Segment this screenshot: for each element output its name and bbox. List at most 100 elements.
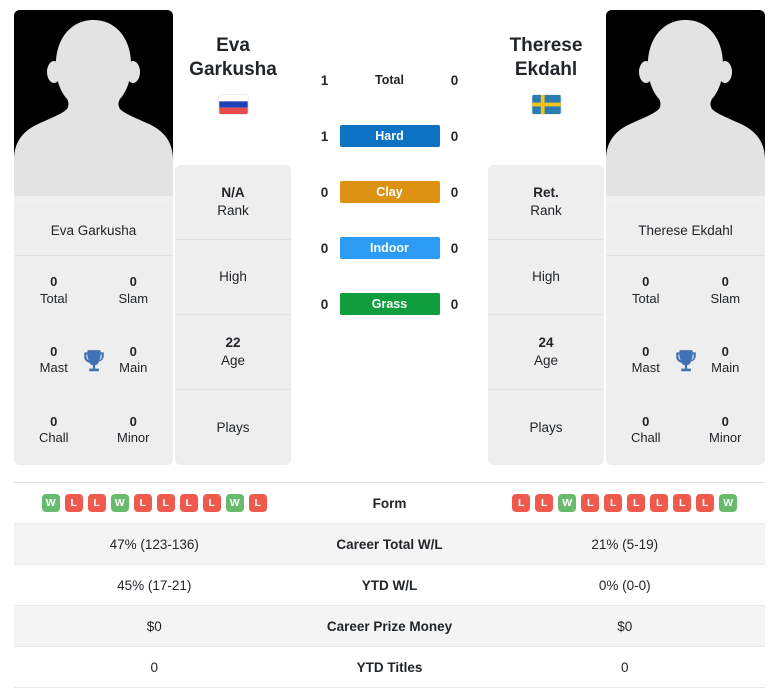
right-age-label: Age	[533, 353, 559, 368]
right-player-card: Therese Ekdahl 0 Total 0 Slam 0 Mast 0 M…	[606, 10, 765, 465]
comparison-header: Eva Garkusha 0 Total 0 Slam 0 Mast 0 Mai…	[0, 0, 779, 470]
right-form-badge-2: L	[535, 494, 554, 512]
right-form-badge-8: L	[673, 494, 692, 512]
right-title-chall-label: Chall	[630, 430, 661, 446]
left-age-value: 22	[225, 335, 241, 351]
right-title-minor-label: Minor	[708, 430, 742, 446]
right-form-badge-7: L	[650, 494, 669, 512]
left-title-minor-label: Minor	[116, 430, 150, 446]
h2h-clay-left-score: 0	[320, 184, 329, 200]
right-career-prize-money: $0	[617, 618, 633, 634]
right-title-total-label: Total	[632, 290, 660, 306]
left-form-badge-5: L	[133, 494, 152, 512]
left-player-avatar	[14, 10, 173, 206]
left-rank-row: N/A Rank	[175, 165, 291, 240]
h2h-row-hard: 1 Hard 0	[310, 122, 470, 150]
h2h-surface-column: 1 Total 0 1 Hard 0 0 Clay 0 0 Indoor 0 0	[293, 10, 486, 318]
left-form-badge-8: L	[202, 494, 221, 512]
trophy-icon	[673, 348, 699, 374]
left-title-slam-value: 0	[129, 274, 137, 290]
left-title-minor-value: 0	[129, 413, 137, 429]
left-player-heading: Eva Garkusha	[175, 10, 291, 165]
left-player-photo-column: Eva Garkusha 0 Total 0 Slam 0 Mast 0 Mai…	[14, 10, 173, 465]
right-form-badge-6: L	[627, 494, 646, 512]
left-career-total-wl: 47% (123-136)	[109, 536, 199, 552]
right-title-slam-value: 0	[721, 274, 729, 290]
left-age-label: Age	[220, 353, 246, 368]
left-high-row: High	[175, 240, 291, 315]
left-rank-value: N/A	[221, 185, 245, 201]
h2h-row-grass: 0 Grass 0	[310, 290, 470, 318]
left-player-card: Eva Garkusha 0 Total 0 Slam 0 Mast 0 Mai…	[14, 10, 173, 465]
left-high-label: High	[219, 269, 247, 285]
left-form-badge-1: W	[41, 494, 60, 512]
stats-table: WLLWLLLLWL Form LLWLLLLLLW 47% (123-136)…	[14, 482, 765, 688]
flag-russia-icon	[218, 94, 248, 114]
flag-sweden-icon	[531, 94, 561, 114]
left-age-row: 22 Age	[175, 315, 291, 390]
left-player-first-name: Eva	[216, 35, 250, 56]
right-age-value: 24	[538, 335, 554, 351]
left-career-prize-money: $0	[146, 618, 162, 634]
right-form-badges: LLWLLLLLLW	[485, 494, 766, 512]
right-high-row: High	[488, 240, 604, 315]
stat-label-career-prize-money: Career Prize Money	[326, 618, 453, 634]
trophy-icon	[81, 348, 107, 374]
left-title-chall-value: 0	[50, 413, 58, 429]
left-form-badge-10: L	[248, 494, 267, 512]
left-player-last-name: Garkusha	[189, 59, 277, 81]
left-player-info-column: Eva Garkusha N/A Rank High 22 Age Plays	[175, 10, 291, 465]
h2h-clay-label[interactable]: Clay	[339, 181, 440, 203]
table-row: 45% (17-21) YTD W/L 0% (0-0)	[14, 565, 765, 606]
right-player-avatar	[606, 10, 765, 206]
left-plays-label: Plays	[216, 419, 250, 435]
stat-label-form: Form	[372, 495, 407, 511]
left-title-total-value: 0	[50, 274, 58, 290]
left-info-card: N/A Rank High 22 Age Plays	[175, 165, 291, 465]
right-age-row: 24 Age	[488, 315, 604, 390]
table-row: 47% (123-136) Career Total W/L 21% (5-19…	[14, 524, 765, 565]
left-title-chall: 0 Chall	[14, 414, 94, 447]
left-title-minor: 0 Minor	[94, 414, 174, 447]
right-rank-row: Ret. Rank	[488, 165, 604, 240]
h2h-total-left-score: 1	[320, 72, 329, 88]
right-title-total: 0 Total	[606, 274, 686, 307]
left-form-badge-4: W	[110, 494, 129, 512]
left-titles-grid: 0 Total 0 Slam 0 Mast 0 Main 0 Chall 0 M…	[14, 256, 173, 465]
right-plays-row: Plays	[488, 390, 604, 465]
left-form-badges: WLLWLLLLWL	[14, 494, 295, 512]
left-title-chall-label: Chall	[38, 430, 69, 446]
left-ytd-titles: 0	[150, 659, 158, 675]
right-ytd-titles: 0	[620, 659, 629, 675]
right-plays-label: Plays	[529, 419, 563, 435]
h2h-indoor-left-score: 0	[320, 240, 329, 256]
h2h-clay-right-score: 0	[450, 184, 459, 200]
right-title-minor-value: 0	[721, 413, 729, 429]
h2h-hard-label[interactable]: Hard	[339, 125, 440, 147]
h2h-indoor-label[interactable]: Indoor	[339, 237, 440, 259]
right-player-heading: Therese Ekdahl	[488, 10, 604, 165]
h2h-row-indoor: 0 Indoor 0	[310, 234, 470, 262]
right-player-first-name: Therese	[509, 35, 583, 56]
left-form-badge-7: L	[179, 494, 198, 512]
h2h-grass-left-score: 0	[320, 296, 329, 312]
right-high-label: High	[532, 269, 560, 285]
head-to-head-page: Eva Garkusha 0 Total 0 Slam 0 Mast 0 Mai…	[0, 0, 779, 699]
right-form-badge-4: L	[581, 494, 600, 512]
left-player-name: Eva Garkusha	[14, 206, 173, 256]
right-player-display-name: Therese Ekdahl	[510, 34, 583, 83]
right-form-badge-5: L	[604, 494, 623, 512]
table-row: $0 Career Prize Money $0	[14, 606, 765, 647]
right-form-badge-1: L	[512, 494, 531, 512]
h2h-grass-label[interactable]: Grass	[339, 293, 440, 315]
stat-label-ytd-wl: YTD W/L	[361, 577, 418, 593]
left-title-slam-label: Slam	[118, 290, 149, 306]
left-ytd-wl: 45% (17-21)	[117, 577, 192, 593]
left-player-display-name: Eva Garkusha	[189, 34, 277, 83]
h2h-grass-right-score: 0	[450, 296, 459, 312]
left-form-badge-9: W	[225, 494, 244, 512]
left-plays-row: Plays	[175, 390, 291, 465]
h2h-indoor-right-score: 0	[450, 240, 459, 256]
table-row: 0 YTD Titles 0	[14, 647, 765, 688]
h2h-row-total: 1 Total 0	[310, 66, 470, 94]
